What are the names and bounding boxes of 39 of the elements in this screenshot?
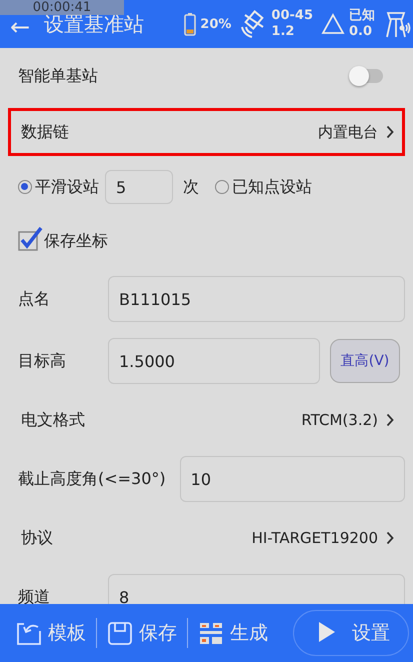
radio-option[interactable]: 平滑设站 <box>18 176 99 198</box>
field-label: 截止高度角(<=30°) <box>18 468 166 490</box>
input-field[interactable]: B111015 <box>108 276 405 322</box>
battery-percent: 20% <box>200 16 232 32</box>
solution-status: 已知 <box>349 8 375 24</box>
field-label: 频道 <box>18 586 51 604</box>
save-button[interactable]: 保存 <box>103 619 181 647</box>
triangle-icon <box>321 13 345 35</box>
satellite-count: 00-45 <box>271 8 313 24</box>
chevron-right-icon <box>386 531 394 545</box>
checkbox-label: 保存坐标 <box>44 230 108 252</box>
setting-label: 电文格式 <box>21 410 85 430</box>
checkbox[interactable] <box>18 225 44 251</box>
dropdown-value[interactable]: RTCM(3.2) <box>301 411 378 429</box>
chevron-right-icon <box>386 413 394 427</box>
solution-value: 0.0 <box>349 24 374 40</box>
template-button[interactable]: 模板 <box>12 619 90 647</box>
setting-label: 协议 <box>21 528 53 548</box>
receiver-icon <box>385 9 411 39</box>
input-field[interactable]: 10 <box>180 456 405 502</box>
setting-label: 数据链 <box>21 122 69 142</box>
back-button[interactable]: ← <box>4 19 36 35</box>
generate-button[interactable]: 生成 <box>194 619 272 647</box>
unit-label: 次 <box>183 176 199 198</box>
dropdown-value[interactable]: 内置电台 <box>318 122 378 142</box>
input-field[interactable]: 1.5000 <box>108 338 320 384</box>
satellite-value: 1.2 <box>271 24 296 40</box>
height-type-button[interactable]: 直高(V) <box>330 339 400 383</box>
field-label: 点名 <box>18 288 51 310</box>
setting-label: 智能单基站 <box>18 66 98 86</box>
input-field[interactable]: 8 <box>108 574 405 604</box>
battery-icon <box>184 12 196 36</box>
radio-option[interactable]: 已知点设站 <box>215 176 312 198</box>
field-label: 目标高 <box>18 350 67 372</box>
apply-button[interactable]: 设置 <box>293 610 409 656</box>
count-field[interactable]: 5 <box>105 170 173 204</box>
chevron-right-icon <box>386 125 394 139</box>
recording-timer: 00:00:41 <box>0 0 124 15</box>
dropdown-value[interactable]: HI-TARGET19200 <box>252 529 378 547</box>
